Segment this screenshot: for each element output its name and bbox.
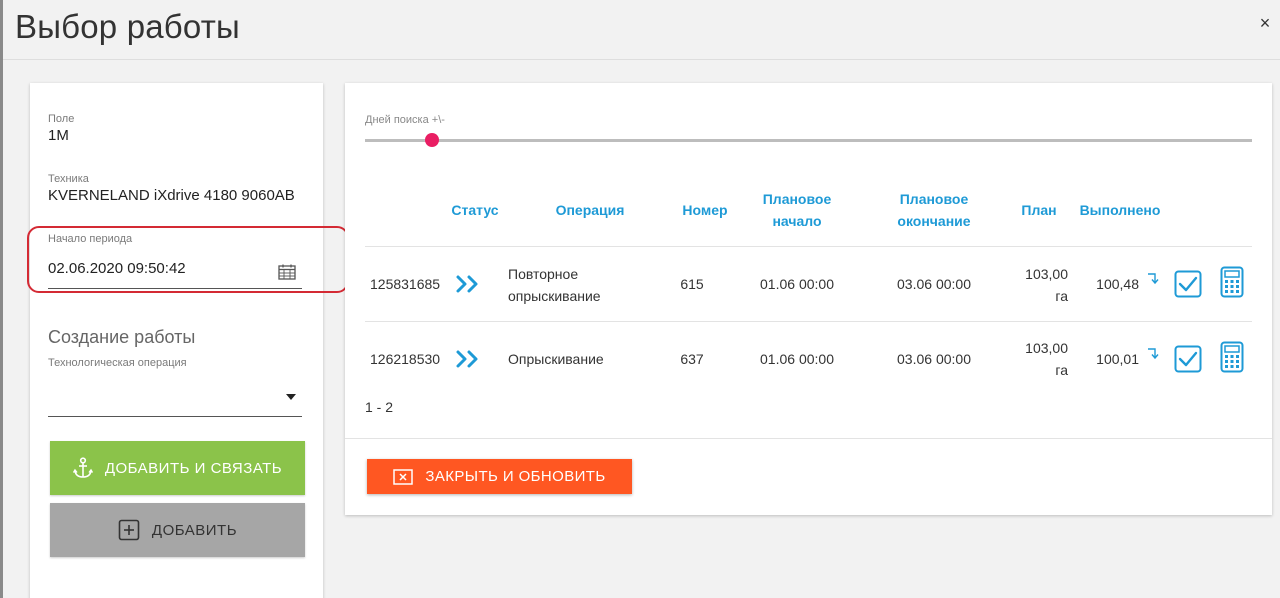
- row-planned-end: 03.06 00:00: [897, 276, 971, 292]
- operation-select[interactable]: [48, 379, 302, 417]
- column-header-status: Статус: [451, 202, 499, 218]
- row-separator: [365, 321, 1252, 322]
- period-start-label: Начало периода: [48, 233, 133, 245]
- row-operation: Опрыскивание: [508, 348, 604, 370]
- row-operation-line-1: Повторное: [508, 266, 579, 282]
- double-chevron-right-icon[interactable]: [455, 274, 481, 294]
- row-planned-start: 01.06 00:00: [760, 276, 834, 292]
- row-number: 637: [680, 351, 704, 367]
- pagination-label: 1 - 2: [365, 399, 394, 415]
- close-box-icon: [393, 468, 414, 485]
- close-and-refresh-button[interactable]: ЗАКРЫТЬ И ОБНОВИТЬ: [367, 459, 632, 494]
- planned-start-line-2: начало: [772, 213, 822, 229]
- column-header-number: Номер: [682, 202, 728, 218]
- dropdown-arrow-icon: [286, 394, 296, 400]
- row-operation-line-1: Опрыскивание: [508, 351, 604, 367]
- period-start-value[interactable]: 02.06.2020 09:50:42: [48, 260, 186, 277]
- works-panel: Дней поиска +\- Статус Операция Номер Пл…: [345, 83, 1272, 515]
- column-header-plan: План: [1021, 202, 1057, 218]
- calculator-icon[interactable]: [1220, 341, 1244, 373]
- row-number: 615: [680, 276, 704, 292]
- window-left-edge: [0, 0, 3, 598]
- row-plan-value: 103,00: [1025, 266, 1068, 282]
- arrow-down-right-icon[interactable]: [1147, 271, 1161, 285]
- planned-end-line-2: окончание: [897, 213, 971, 229]
- close-and-refresh-label: ЗАКРЫТЬ И ОБНОВИТЬ: [425, 468, 606, 485]
- operation-label: Технологическая операция: [48, 357, 187, 369]
- arrow-down-right-icon[interactable]: [1147, 346, 1161, 360]
- machinery-label: Техника: [48, 173, 89, 185]
- column-header-planned-end: Плановое окончание: [879, 188, 989, 232]
- row-id: 125831685: [370, 276, 441, 292]
- field-value: 1M: [48, 127, 69, 144]
- header-separator: [365, 246, 1252, 247]
- row-id: 126218530: [370, 351, 441, 367]
- double-chevron-right-icon[interactable]: [455, 349, 481, 369]
- add-and-link-label: ДОБАВИТЬ И СВЯЗАТЬ: [104, 459, 283, 477]
- close-button[interactable]: ×: [1258, 14, 1272, 32]
- add-and-link-button[interactable]: ДОБАВИТЬ И СВЯЗАТЬ: [50, 441, 305, 495]
- search-days-label: Дней поиска +\-: [365, 114, 445, 126]
- column-header-done: Выполнено: [1079, 202, 1161, 218]
- planned-start-line-1: Плановое: [762, 191, 832, 207]
- period-start-input[interactable]: 02.06.2020 09:50:42: [48, 256, 302, 289]
- add-label: ДОБАВИТЬ: [151, 521, 238, 539]
- column-header-operation: Операция: [555, 202, 625, 218]
- row-plan-value: 103,00: [1025, 340, 1068, 356]
- column-header-planned-start: Плановое начало: [747, 188, 847, 232]
- calculator-icon[interactable]: [1220, 266, 1244, 298]
- row-plan: 103,00 га: [1005, 263, 1068, 307]
- row-done: 100,01: [1096, 351, 1139, 367]
- work-params-panel: Поле 1M Техника KVERNELAND iXdrive 4180 …: [27, 83, 349, 598]
- dialog-title: Выбор работы: [15, 8, 240, 45]
- create-work-title: Создание работы: [48, 327, 196, 347]
- row-planned-end: 03.06 00:00: [897, 351, 971, 367]
- plus-square-icon: [118, 519, 140, 541]
- row-plan: 103,00 га: [1005, 337, 1068, 381]
- add-button[interactable]: ДОБАВИТЬ: [50, 503, 305, 557]
- calendar-icon[interactable]: [278, 264, 296, 280]
- checkbox-checked-icon[interactable]: [1174, 345, 1202, 373]
- row-planned-start: 01.06 00:00: [760, 351, 834, 367]
- checkbox-checked-icon[interactable]: [1174, 270, 1202, 298]
- anchor-icon: [72, 457, 93, 479]
- row-plan-unit: га: [1055, 288, 1068, 304]
- row-operation-line-2: опрыскивание: [508, 288, 601, 304]
- machinery-value: KVERNELAND iXdrive 4180 9060AB: [48, 187, 295, 204]
- dialog-header: Выбор работы ×: [3, 0, 1280, 60]
- field-label: Поле: [48, 113, 75, 125]
- row-operation: Повторное опрыскивание: [508, 263, 601, 307]
- slider-thumb[interactable]: [424, 133, 439, 147]
- search-days-slider[interactable]: [365, 133, 1252, 147]
- row-done: 100,48: [1096, 276, 1139, 292]
- panel-separator: [345, 438, 1272, 439]
- planned-end-line-1: Плановое: [899, 191, 969, 207]
- row-plan-unit: га: [1055, 362, 1068, 378]
